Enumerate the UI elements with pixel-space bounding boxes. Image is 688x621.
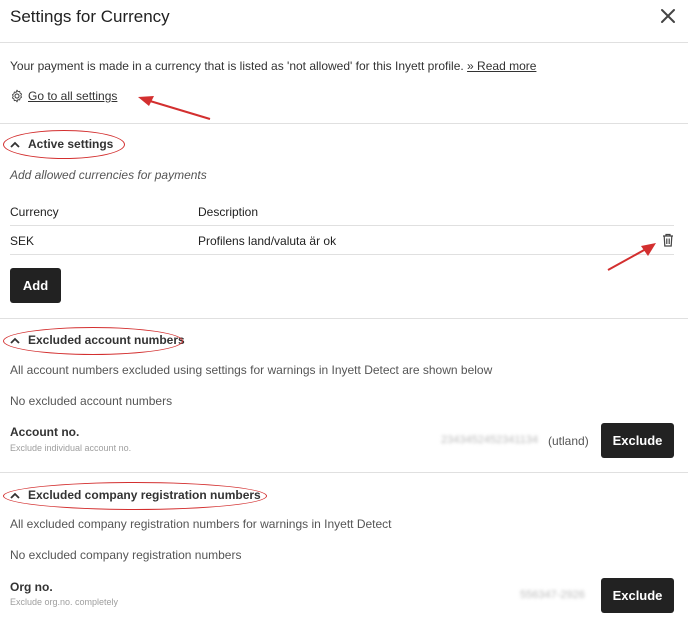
org-no-label: Org no. [10,580,53,594]
page-title: Settings for Currency [10,7,170,26]
exclude-org-button[interactable]: Exclude [601,578,674,613]
org-no-hint: Exclude org.no. completely [10,597,119,607]
account-no-label: Account no. [10,425,80,439]
excluded-accounts-empty: No excluded account numbers [10,394,173,408]
account-no-value: 2343452452341134 [441,434,539,446]
active-settings-hint: Add allowed currencies for payments [10,168,207,182]
account-no-suffix: (utland) [548,434,589,448]
close-icon[interactable] [660,8,676,24]
annotation-arrow [138,96,211,120]
dialog-header: Settings for Currency [0,0,688,43]
exclude-account-button[interactable]: Exclude [601,423,674,458]
row-description: Profilens land/valuta är ok [198,234,337,248]
annotation-arrow [607,243,656,271]
excluded-accounts-description: All account numbers excluded using setti… [10,363,493,377]
table-header-line [10,225,674,226]
excluded-accounts-header: Excluded account numbers [28,333,185,347]
gear-icon [10,89,24,103]
divider [0,318,688,319]
add-button[interactable]: Add [10,268,61,303]
read-more-link[interactable]: » Read more [467,59,536,73]
table-row-line [10,254,674,255]
excluded-orgs-description: All excluded company registration number… [10,517,392,531]
trash-icon[interactable] [662,233,676,247]
go-to-settings-link[interactable]: Go to all settings [28,89,117,103]
chevron-up-icon [10,139,20,149]
column-header-description: Description [198,205,259,219]
go-to-settings-row[interactable]: Go to all settings [10,89,117,103]
excluded-orgs-header: Excluded company registration numbers [28,488,261,502]
row-currency: SEK [10,234,35,248]
divider [0,472,688,473]
excluded-orgs-empty: No excluded company registration numbers [10,548,242,562]
column-header-currency: Currency [10,205,59,219]
chevron-up-icon [10,335,20,345]
excluded-accounts-toggle[interactable]: Excluded account numbers [10,333,185,347]
account-no-hint: Exclude individual account no. [10,443,132,453]
divider [0,123,688,124]
excluded-orgs-toggle[interactable]: Excluded company registration numbers [10,488,261,502]
intro-message: Your payment is made in a currency that … [10,59,464,73]
org-no-value: 556347-2926 [520,589,585,601]
active-settings-toggle[interactable]: Active settings [10,137,113,151]
intro-message-row: Your payment is made in a currency that … [10,59,536,73]
chevron-up-icon [10,490,20,500]
active-settings-header: Active settings [28,137,114,151]
